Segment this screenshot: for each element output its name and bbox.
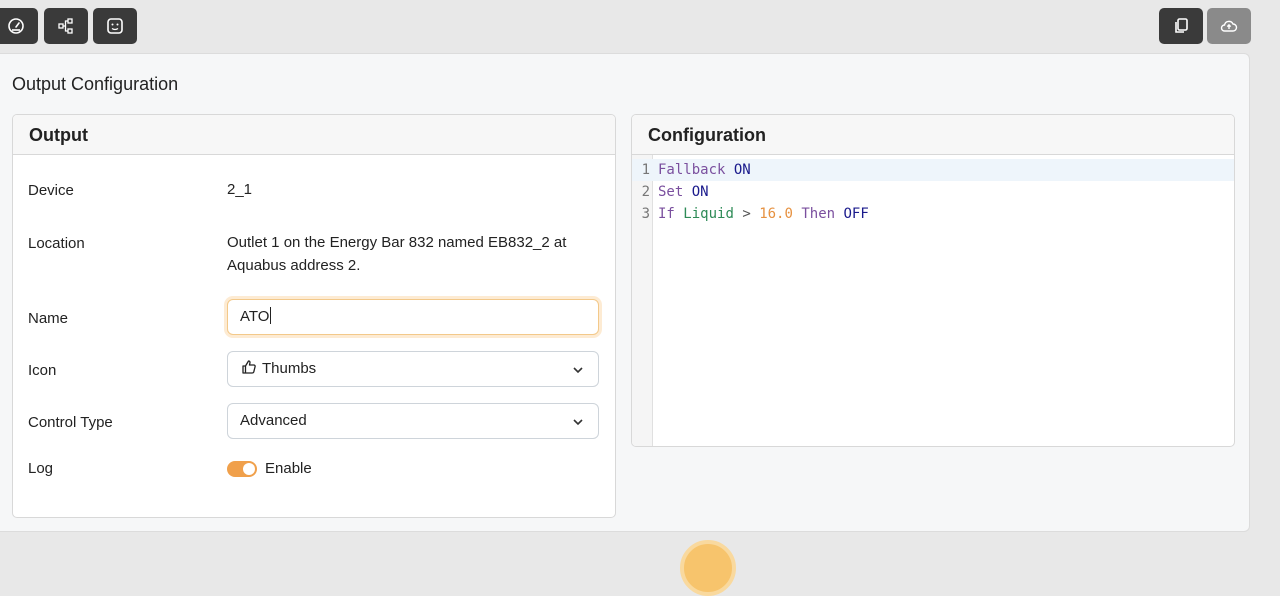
chevron-down-icon [573, 419, 583, 426]
chevron-down-icon [573, 367, 583, 374]
copy-button[interactable] [1159, 8, 1203, 44]
code-token: ON [733, 162, 751, 178]
code-token: Liquid [683, 206, 734, 222]
control-type-label: Control Type [28, 414, 113, 431]
icon-label: Icon [28, 362, 57, 379]
code-line[interactable]: 3 If Liquid > 16.0 Then OFF [632, 203, 1234, 225]
location-value: Outlet 1 on the Energy Bar 832 named EB8… [227, 234, 567, 274]
icon-select[interactable]: Thumbs [227, 351, 599, 387]
upload-button[interactable] [1207, 8, 1251, 44]
name-label: Name [28, 310, 69, 327]
code-line[interactable]: 1 Fallback ON [632, 159, 1234, 181]
control-type-value: Advanced [240, 412, 307, 429]
code-token: Set [658, 184, 684, 200]
line-number: 1 [641, 162, 650, 178]
code-token: > [742, 206, 751, 222]
code-text: Fallback ON [658, 159, 751, 181]
main-panel: Output Configuration Output Device 2_1 L… [0, 53, 1250, 532]
copy-icon [1175, 18, 1188, 33]
dashboard-button[interactable] [0, 8, 38, 44]
line-number: 2 [641, 184, 650, 200]
thumbs-up-icon [242, 360, 256, 374]
toolbar [0, 0, 1280, 52]
log-label: Log [28, 460, 54, 477]
line-number: 3 [641, 206, 650, 222]
toggle-knob [243, 463, 255, 475]
text-caret [270, 307, 272, 324]
code-editor[interactable]: 1 Fallback ON 2 Set ON 3 If Liquid > 16.0 The… [632, 155, 1234, 446]
outlet-button[interactable] [93, 8, 137, 44]
workflow-icon [58, 18, 73, 34]
help-fab-button[interactable] [680, 540, 736, 596]
outlet-icon [107, 18, 123, 34]
output-card: Output Device 2_1 Location Outlet 1 on t… [12, 114, 616, 518]
log-toggle[interactable] [227, 461, 257, 477]
log-toggle-label[interactable]: Enable [265, 457, 312, 480]
configuration-card: Configuration 1 Fallback ON 2 Set ON 3 If Liq… [631, 114, 1235, 447]
name-input[interactable]: ATO [227, 299, 599, 335]
code-text: If Liquid > 16.0 Then OFF [658, 203, 869, 225]
control-type-select[interactable]: Advanced [227, 403, 599, 439]
code-token: Fallback [658, 162, 726, 178]
cloud-upload-icon [1220, 20, 1238, 32]
icon-select-value: Thumbs [262, 360, 317, 377]
device-label: Device [28, 182, 74, 199]
code-token: OFF [843, 206, 869, 222]
code-token: If [658, 206, 675, 222]
page-title: Output Configuration [12, 74, 179, 94]
workflow-button[interactable] [44, 8, 88, 44]
code-text: Set ON [658, 181, 709, 203]
dashboard-icon [8, 18, 24, 34]
code-token: Then [801, 206, 836, 222]
device-value: 2_1 [227, 181, 253, 198]
code-token: 16.0 [759, 206, 793, 222]
location-label: Location [28, 235, 85, 252]
code-token: ON [691, 184, 709, 200]
code-line[interactable]: 2 Set ON [632, 181, 1234, 203]
output-card-header: Output [13, 115, 615, 155]
configuration-card-header: Configuration [632, 115, 1234, 155]
name-input-value: ATO [240, 308, 270, 325]
